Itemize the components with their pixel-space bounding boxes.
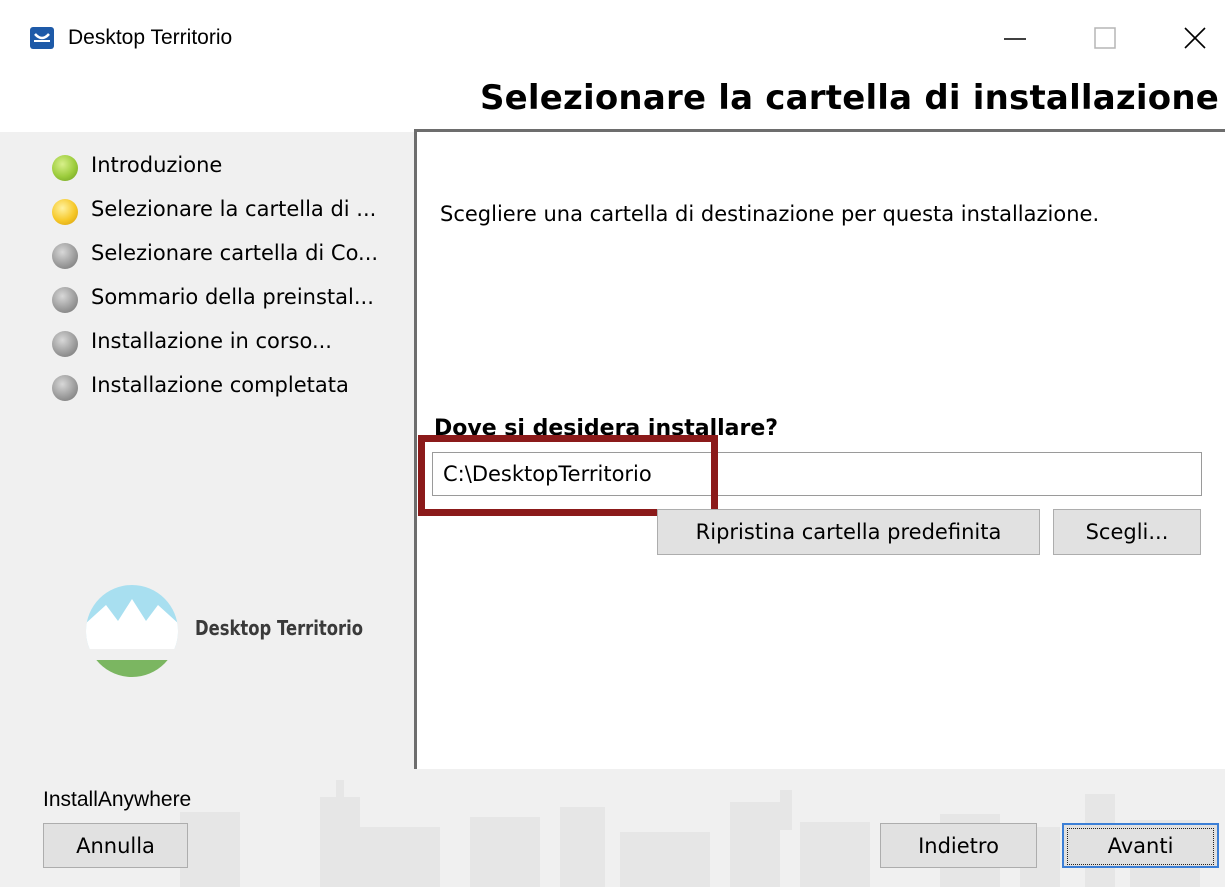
step-pending-icon xyxy=(52,287,78,313)
back-button[interactable]: Indietro xyxy=(880,823,1037,868)
step-label: Installazione in corso... xyxy=(91,329,332,353)
instruction-text: Scegliere una cartella di destinazione p… xyxy=(440,202,1100,226)
restore-default-folder-button[interactable]: Ripristina cartella predefinita xyxy=(657,509,1040,555)
title-bar: Desktop Territorio xyxy=(0,0,1225,72)
product-logo-icon xyxy=(84,585,180,677)
step-label: Selezionare la cartella di ... xyxy=(91,197,377,221)
logo-text: Desktop Territorio xyxy=(195,616,363,640)
step-pending-icon xyxy=(52,243,78,269)
close-button[interactable] xyxy=(1165,18,1225,58)
back-label: Indietro xyxy=(918,834,999,858)
choose-folder-button[interactable]: Scegli... xyxy=(1053,509,1201,555)
installer-window: Desktop Territorio Selezionare la cartel… xyxy=(0,0,1225,887)
maximize-button[interactable] xyxy=(1075,18,1135,58)
restore-default-folder-label: Ripristina cartella predefinita xyxy=(695,520,1002,544)
install-path-input[interactable] xyxy=(432,452,1202,496)
cancel-button[interactable]: Annulla xyxy=(43,823,188,868)
step-label: Installazione completata xyxy=(91,373,349,397)
step-label: Selezionare cartella di Co... xyxy=(91,241,379,265)
close-icon xyxy=(1184,27,1206,49)
next-label: Avanti xyxy=(1067,828,1214,865)
cancel-label: Annulla xyxy=(76,834,155,858)
installer-brand: InstallAnywhere xyxy=(43,788,192,811)
window-title: Desktop Territorio xyxy=(68,26,233,49)
maximize-icon xyxy=(1094,27,1116,49)
page-title: Selezionare la cartella di installazione xyxy=(479,78,1219,118)
step-current-icon xyxy=(52,199,78,225)
minimize-icon xyxy=(1004,38,1026,40)
app-logo-icon xyxy=(30,27,54,49)
minimize-button[interactable] xyxy=(985,18,1045,58)
choose-folder-label: Scegli... xyxy=(1085,520,1169,544)
steps-pane xyxy=(0,132,415,772)
install-location-label: Dove si desidera installare? xyxy=(434,416,779,441)
step-label: Sommario della preinstal... xyxy=(91,285,374,309)
next-button[interactable]: Avanti xyxy=(1062,823,1219,868)
step-pending-icon xyxy=(52,331,78,357)
step-pending-icon xyxy=(52,375,78,401)
step-done-icon xyxy=(52,155,78,181)
step-label: Introduzione xyxy=(91,153,223,177)
